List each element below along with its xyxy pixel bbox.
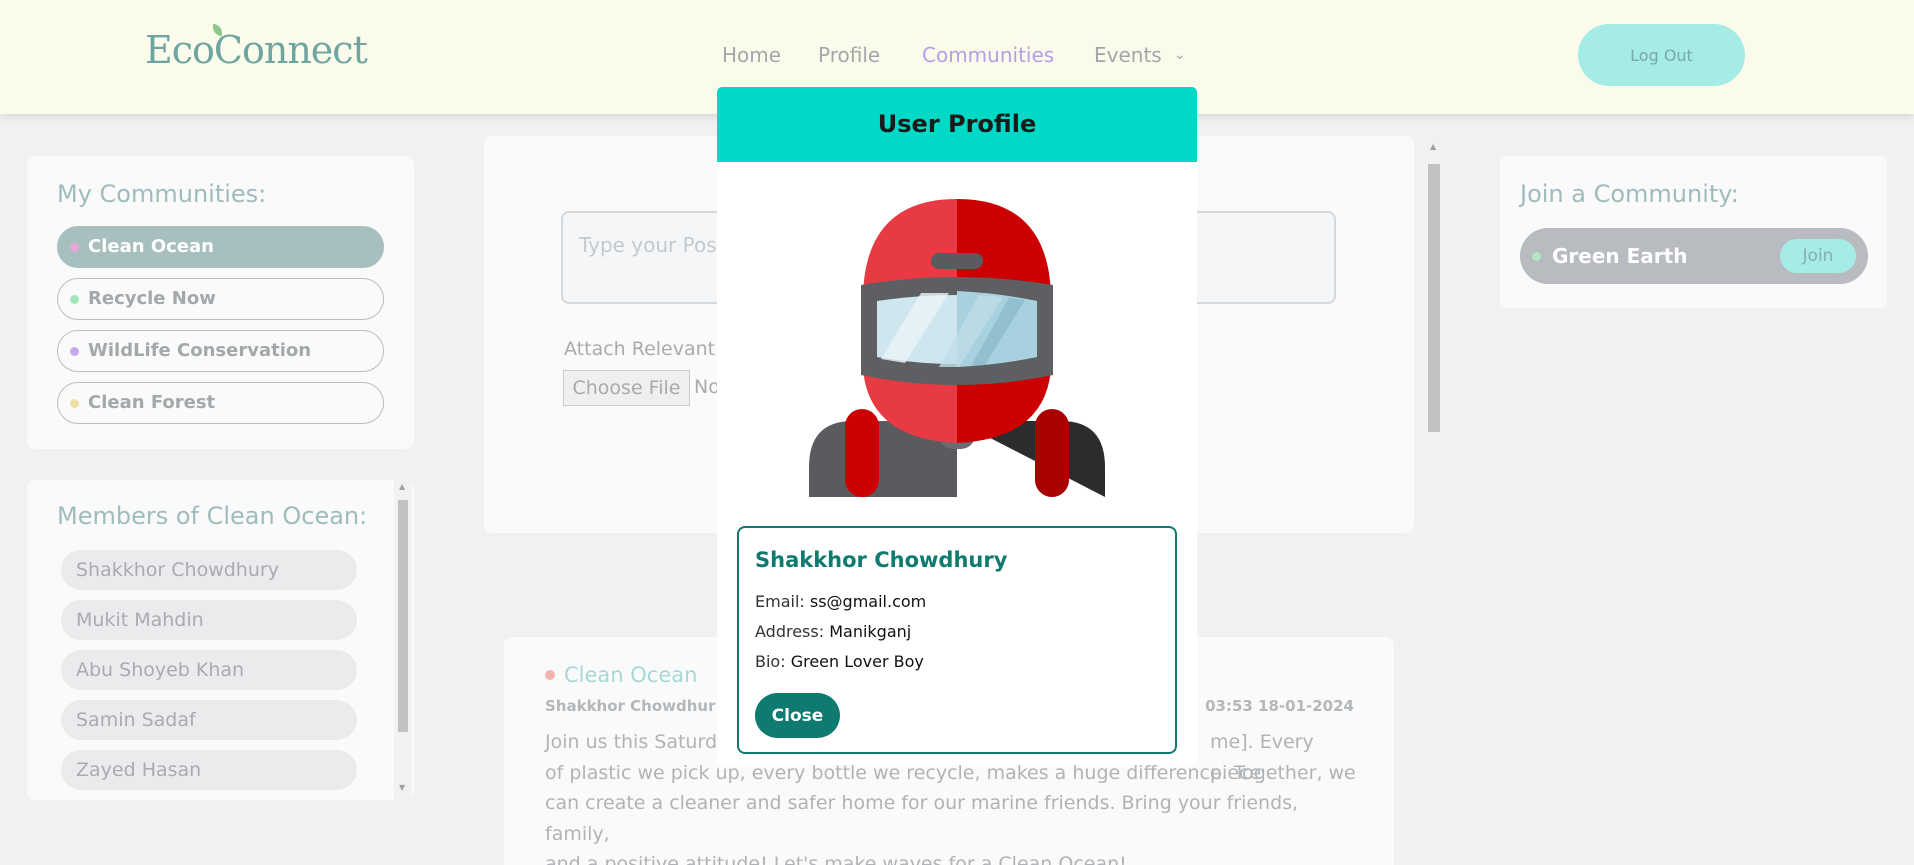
post-body-line: me]. Every piece — [1210, 731, 1314, 784]
modal-title: User Profile — [717, 87, 1197, 162]
post-community[interactable]: Clean Ocean — [564, 663, 697, 687]
bio-value: Green Lover Boy — [790, 652, 924, 671]
nav-communities[interactable]: Communities — [922, 43, 1054, 67]
post-timestamp: 03:53 18-01-2024 — [1205, 697, 1354, 715]
attach-label: Attach Relevant — [564, 338, 716, 360]
community-dot — [70, 399, 79, 408]
members-panel: Members of Clean Ocean: Shakkhor Chowdhu… — [27, 480, 414, 800]
post-body-line: and a positive attitude! Let's make wave… — [545, 853, 1127, 865]
nav-events[interactable]: Events ⌄ — [1094, 43, 1185, 67]
logo-text: EcoConnect — [145, 28, 368, 72]
community-dot — [70, 347, 79, 356]
community-dot — [70, 243, 79, 252]
community-label: WildLife Conservation — [88, 340, 312, 361]
community-item-clean-ocean[interactable]: Clean Ocean — [57, 226, 384, 268]
member-item[interactable]: Samin Sadaf — [61, 700, 357, 740]
profile-bio-row: Bio: Green Lover Boy — [755, 652, 924, 671]
member-item[interactable]: Mukit Mahdin — [61, 600, 357, 640]
profile-name: Shakkhor Chowdhury — [755, 548, 1008, 572]
choose-file-button[interactable]: Choose File — [563, 370, 690, 406]
nav-home[interactable]: Home — [722, 43, 781, 67]
members-scroll-thumb[interactable] — [398, 500, 408, 732]
community-label: Clean Forest — [88, 392, 216, 413]
join-button[interactable]: Join — [1780, 239, 1856, 273]
community-dot — [70, 295, 79, 304]
main-scrollbar[interactable]: ▲ — [1424, 136, 1444, 865]
members-scrollbar[interactable]: ▲ ▼ — [394, 480, 412, 800]
join-item-label: Green Earth — [1552, 244, 1688, 268]
close-button[interactable]: Close — [755, 693, 840, 738]
no-file-text: No — [694, 376, 720, 398]
community-item-recycle-now[interactable]: Recycle Now — [57, 278, 384, 320]
member-item[interactable]: Abu Shoyeb Khan — [61, 650, 357, 690]
scroll-up-arrow-icon[interactable]: ▲ — [1430, 142, 1436, 151]
community-item-wildlife-conservation[interactable]: WildLife Conservation — [57, 330, 384, 372]
main-scroll-thumb[interactable] — [1428, 164, 1440, 432]
racer-avatar-icon — [809, 199, 1105, 497]
post-body-line: Join us this Saturd — [545, 731, 718, 753]
bio-label: Bio: — [755, 652, 786, 671]
email-value: ss@gmail.com — [809, 592, 927, 611]
nav-events-label: Events — [1094, 43, 1162, 67]
my-communities-panel: My Communities: Clean Ocean Recycle Now … — [27, 156, 414, 449]
my-communities-title: My Communities: — [57, 180, 267, 208]
profile-info-card: Shakkhor Chowdhury Email: ss@gmail.com A… — [737, 526, 1177, 754]
address-value: Manikganj — [829, 622, 912, 641]
community-dot — [545, 670, 555, 680]
members-title: Members of Clean Ocean: — [57, 502, 368, 530]
scroll-down-arrow-icon[interactable]: ▼ — [399, 783, 405, 792]
community-label: Clean Ocean — [88, 236, 214, 257]
member-item[interactable]: Shakkhor Chowdhury — [61, 550, 357, 590]
profile-address-row: Address: Manikganj — [755, 622, 911, 641]
community-label: Recycle Now — [88, 288, 216, 309]
join-community-panel: Join a Community: Green Earth Join — [1500, 156, 1887, 308]
join-item-green-earth: Green Earth Join — [1520, 228, 1868, 284]
nav-profile[interactable]: Profile — [818, 43, 880, 67]
email-label: Email: — [755, 592, 805, 611]
chevron-down-icon: ⌄ — [1173, 47, 1186, 63]
logout-button[interactable]: Log Out — [1578, 24, 1745, 86]
join-community-title: Join a Community: — [1520, 180, 1739, 208]
address-label: Address: — [755, 622, 825, 641]
user-profile-modal: User Profile Shakkhor Chowdhury Email: s… — [717, 87, 1197, 765]
profile-email-row: Email: ss@gmail.com — [755, 592, 926, 611]
post-body-line: can create a cleaner and safer home for … — [545, 792, 1299, 845]
community-dot — [1532, 252, 1541, 261]
community-item-clean-forest[interactable]: Clean Forest — [57, 382, 384, 424]
eco-connect-logo[interactable]: EcoConnect — [145, 24, 368, 72]
post-author[interactable]: Shakkhor Chowdhur — [545, 697, 716, 715]
scroll-up-arrow-icon[interactable]: ▲ — [399, 482, 405, 491]
member-item[interactable]: Zayed Hasan — [61, 750, 357, 790]
